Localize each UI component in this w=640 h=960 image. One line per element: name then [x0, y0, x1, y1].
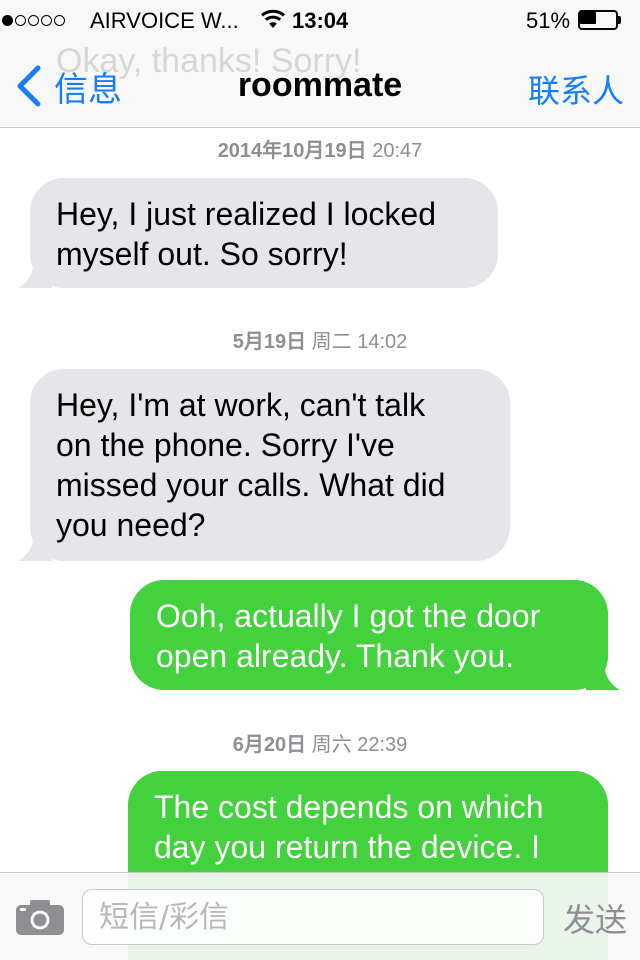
message-bubble-incoming[interactable]: Hey, I'm at work, can't talk on the phon… — [18, 369, 510, 561]
contact-button[interactable]: 联系人 — [528, 66, 624, 112]
signal-dot — [54, 14, 65, 26]
message-composer: 发送 — [0, 872, 640, 960]
timestamp-time: 20:47 — [372, 140, 423, 162]
message-input[interactable] — [82, 889, 544, 945]
message-bubble-incoming[interactable]: Hey, I just realized I locked myself out… — [18, 178, 498, 288]
message-text: Hey, I just realized I locked myself out… — [56, 196, 437, 272]
bubble-tail — [18, 531, 52, 561]
battery-level-fill — [580, 12, 596, 24]
signal-strength-indicator — [2, 11, 67, 29]
camera-icon[interactable] — [14, 897, 66, 937]
wifi-icon — [261, 9, 285, 28]
timestamp: 2014年10月19日 20:47 — [0, 134, 640, 163]
message-thread[interactable]: 2014年10月19日 20:47 Hey, I just realized I… — [0, 128, 640, 960]
bubble-tail — [586, 660, 620, 690]
status-bar: AIRVOICE W... 13:04 51% — [0, 0, 640, 40]
message-bubble-outgoing[interactable]: Ooh, actually I got the door open alread… — [130, 580, 620, 690]
signal-dot — [2, 14, 13, 26]
timestamp-date: 6月20日 — [232, 734, 307, 756]
timestamp-time: 周二 14:02 — [311, 331, 408, 353]
message-text: Hey, I'm at work, can't talk on the phon… — [56, 387, 446, 543]
battery-icon — [578, 10, 622, 30]
timestamp-date: 2014年10月19日 — [217, 140, 367, 162]
status-time: 13:04 — [292, 8, 349, 33]
timestamp: 6月20日 周六 22:39 — [0, 728, 640, 757]
message-text: The cost depends on which day you return… — [154, 789, 544, 865]
carrier-name: AIRVOICE W... — [90, 8, 239, 33]
timestamp-time: 周六 22:39 — [311, 734, 408, 756]
signal-dot — [28, 14, 39, 26]
bubble-tail — [18, 258, 52, 288]
timestamp-date: 5月19日 — [232, 331, 307, 353]
timestamp: 5月19日 周二 14:02 — [0, 325, 640, 354]
signal-dot — [15, 14, 26, 26]
navigation-bar: Okay, thanks! Sorry! 信息 roommate 联系人 — [0, 40, 640, 128]
signal-dot — [41, 14, 52, 26]
battery-percent: 51% — [526, 8, 571, 33]
send-button[interactable]: 发送 — [558, 895, 632, 939]
message-text: Ooh, actually I got the door open alread… — [156, 598, 541, 674]
